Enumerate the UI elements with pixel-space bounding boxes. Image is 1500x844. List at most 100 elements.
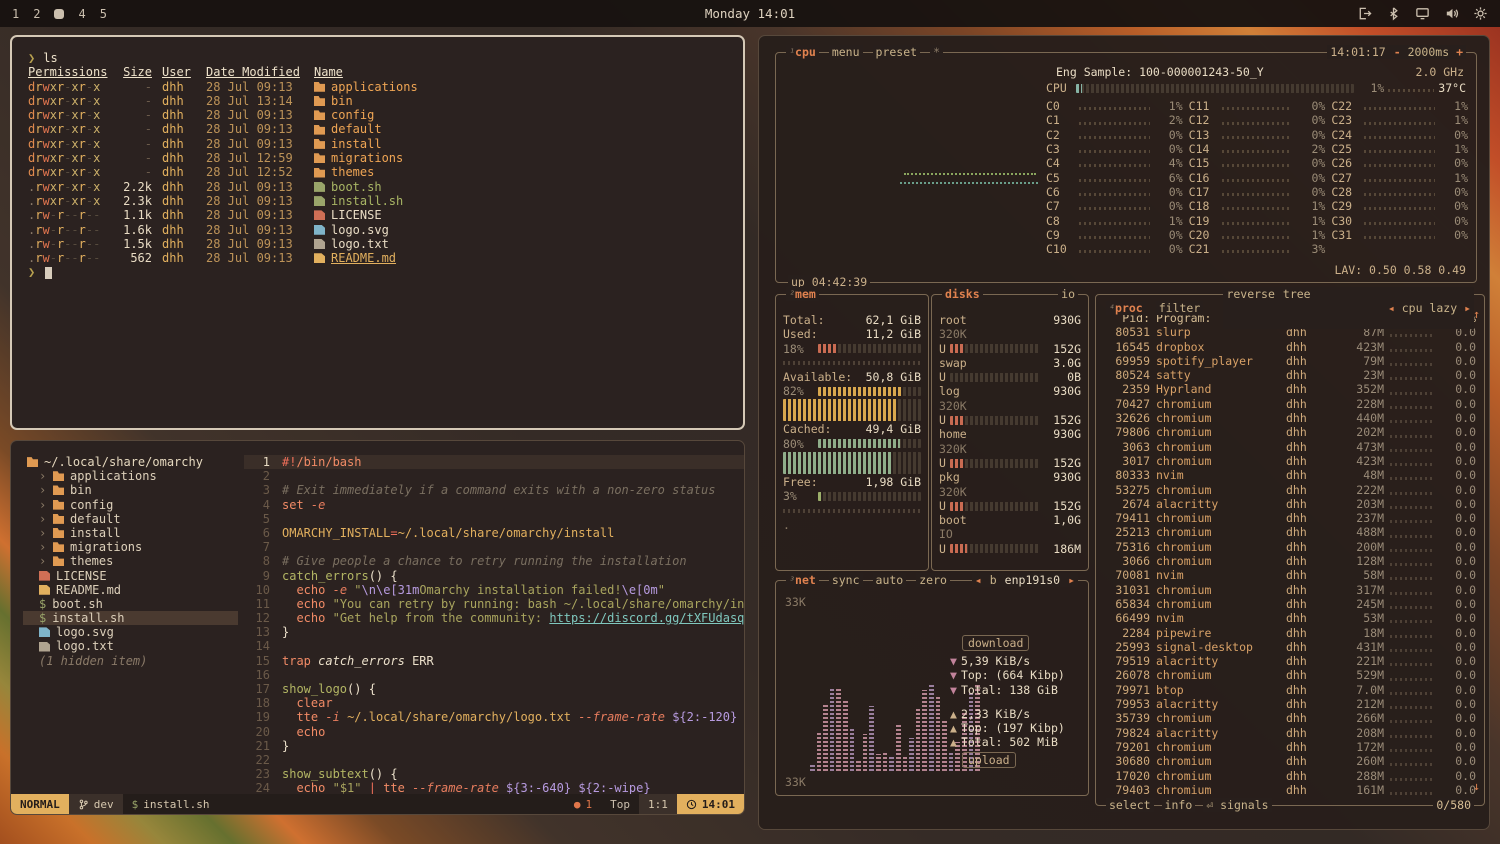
info-button[interactable]: info [1162, 798, 1196, 812]
code-line[interactable]: 18 clear [244, 696, 744, 710]
tree-item-LICENSE[interactable]: LICENSE [23, 569, 244, 583]
code-line[interactable]: 23show_subtext() { [244, 767, 744, 781]
code-line[interactable]: 21} [244, 739, 744, 753]
menu-button[interactable]: menu [829, 45, 863, 59]
process-row[interactable]: 65834chromiumdhh245M0.0 [1104, 597, 1476, 611]
filter-button[interactable]: filter [1156, 301, 1204, 315]
code-line[interactable]: 12 echo "Get help from the community: ht… [244, 611, 744, 625]
scroll-up-icon[interactable]: ↑ [1473, 307, 1480, 321]
tree-item-logo.txt[interactable]: logo.txt [23, 639, 244, 653]
cpu-panel-title[interactable]: ¹cpu [786, 45, 819, 59]
net-interface-selector[interactable]: ◂b enp191s0 ▸ [972, 573, 1078, 587]
tree-item-logo.svg[interactable]: logo.svg [23, 625, 244, 639]
process-row[interactable]: 79806chromiumdhh202M0.0 [1104, 425, 1476, 439]
tree-item-default[interactable]: ›default [23, 512, 244, 526]
bluetooth-icon[interactable] [1386, 6, 1401, 21]
core-name: C24 [1331, 128, 1359, 142]
code-line[interactable]: 8# Give people a chance to retry running… [244, 554, 744, 568]
process-row[interactable]: 66499nvimdhh53M0.0 [1104, 611, 1476, 625]
process-row[interactable]: 2359Hyprlanddhh352M0.0 [1104, 382, 1476, 396]
code-line[interactable]: 10 echo -e "\n\e[31mOmarchy installation… [244, 583, 744, 597]
process-row[interactable]: 3066chromiumdhh128M0.0 [1104, 554, 1476, 568]
process-row[interactable]: 2674alacrittydhh203M0.0 [1104, 497, 1476, 511]
process-row[interactable]: 75316chromiumdhh200M0.0 [1104, 540, 1476, 554]
code-line[interactable]: 20 echo [244, 725, 744, 739]
tree-item-bin[interactable]: ›bin [23, 483, 244, 497]
volume-icon[interactable] [1444, 6, 1459, 21]
tree-item-themes[interactable]: ›themes [23, 554, 244, 568]
code-line[interactable]: 2 [244, 469, 744, 483]
net-auto-button[interactable]: auto [873, 573, 907, 587]
process-row[interactable]: 80333nvimdhh48M0.0 [1104, 468, 1476, 482]
process-row[interactable]: 26078chromiumdhh529M0.0 [1104, 668, 1476, 682]
process-row[interactable]: 79824alacrittydhh208M0.0 [1104, 726, 1476, 740]
editor-panel[interactable]: 1#!/bin/bash23# Exit immediately if a co… [244, 441, 744, 794]
process-row[interactable]: 79953alacrittydhh212M0.0 [1104, 697, 1476, 711]
process-row[interactable]: 80524sattydhh23M0.0 [1104, 368, 1476, 382]
code-line[interactable]: 4set -e [244, 498, 744, 512]
process-row[interactable]: 32626chromiumdhh440M0.0 [1104, 411, 1476, 425]
tree-item-install.sh[interactable]: $install.sh [23, 611, 238, 625]
process-row[interactable]: 79411chromiumdhh237M0.0 [1104, 511, 1476, 525]
code-line[interactable]: 7 [244, 540, 744, 554]
process-row[interactable]: 79201chromiumdhh172M0.0 [1104, 740, 1476, 754]
code-line[interactable]: 3# Exit immediately if a command exits w… [244, 483, 744, 497]
core-percent: 0% [1297, 156, 1325, 170]
code-line[interactable]: 1#!/bin/bash [244, 455, 744, 469]
scroll-down-icon[interactable]: ↓ [1473, 779, 1480, 793]
code-line[interactable]: 16 [244, 668, 744, 682]
process-row[interactable]: 35739chromiumdhh266M0.0 [1104, 711, 1476, 725]
code-line[interactable]: 6OMARCHY_INSTALL=~/.local/share/omarchy/… [244, 526, 744, 540]
process-row[interactable]: 30680chromiumdhh260M0.0 [1104, 754, 1476, 768]
tree-root-item[interactable]: ~/.local/share/omarchy [23, 455, 244, 469]
code-line[interactable]: 17show_logo() { [244, 682, 744, 696]
process-row[interactable]: 16545dropboxdhh423M0.0 [1104, 340, 1476, 354]
process-row[interactable]: 25993signal-desktopdhh431M0.0 [1104, 640, 1476, 654]
preset-button[interactable]: preset [873, 45, 921, 59]
process-row[interactable]: 70427chromiumdhh228M0.0 [1104, 397, 1476, 411]
tree-item-README.md[interactable]: README.md [23, 583, 244, 597]
net-zero-button[interactable]: zero [916, 573, 950, 587]
process-row[interactable]: 79971btopdhh7.0M0.0 [1104, 683, 1476, 697]
tree-item-boot.sh[interactable]: $boot.sh [23, 597, 244, 611]
process-row[interactable]: 69959spotify_playerdhh79M0.0 [1104, 354, 1476, 368]
code-line[interactable]: 22 [244, 753, 744, 767]
process-user: dhh [1286, 711, 1328, 725]
code-line[interactable]: 24 echo "$1" | tte --frame-rate ${3:-640… [244, 781, 744, 794]
reverse-button[interactable]: reverse [1226, 287, 1274, 329]
net-panel-title[interactable]: ³net [786, 573, 819, 587]
tree-item-applications[interactable]: ›applications [23, 469, 244, 483]
process-row[interactable]: 31031chromiumdhh317M0.0 [1104, 583, 1476, 597]
code-line[interactable]: 14 [244, 639, 744, 653]
code-line[interactable]: 5 [244, 512, 744, 526]
code-line[interactable]: 9catch_errors() { [244, 569, 744, 583]
process-row[interactable]: 17020chromiumdhh288M0.0 [1104, 769, 1476, 783]
process-row[interactable]: 2284pipewiredhh18M0.0 [1104, 626, 1476, 640]
process-row[interactable]: 3017chromiumdhh423M0.0 [1104, 454, 1476, 468]
tree-item-config[interactable]: ›config [23, 498, 244, 512]
process-row[interactable]: 79403chromiumdhh161M0.0 [1104, 783, 1476, 797]
sort-column-selector[interactable]: ◂ cpu lazy ▸ [1319, 287, 1471, 329]
process-row[interactable]: 79519alacrittydhh221M0.0 [1104, 654, 1476, 668]
code-line[interactable]: 19 tte -i ~/.local/share/omarchy/logo.tx… [244, 710, 744, 724]
select-button[interactable]: select [1106, 798, 1154, 812]
logout-icon[interactable] [1357, 6, 1372, 21]
process-row[interactable]: 70081nvimdhh58M0.0 [1104, 568, 1476, 582]
file-date: 28 Jul 09:13 [206, 194, 304, 208]
process-row[interactable]: 3063chromiumdhh473M0.0 [1104, 440, 1476, 454]
net-sync-button[interactable]: sync [829, 573, 863, 587]
tree-button[interactable]: tree [1283, 287, 1311, 329]
shell-prompt-line[interactable]: ❯ [28, 265, 727, 279]
settings-gear-icon[interactable] [1473, 6, 1488, 21]
tree-item-install[interactable]: ›install [23, 526, 244, 540]
refresh-interval-control[interactable]: - 2000ms + [1394, 45, 1463, 59]
proc-panel-title[interactable]: ⁴proc [1106, 301, 1146, 315]
code-line[interactable]: 13} [244, 625, 744, 639]
code-line[interactable]: 15trap catch_errors ERR [244, 654, 744, 668]
process-row[interactable]: 53275chromiumdhh222M0.0 [1104, 483, 1476, 497]
code-line[interactable]: 11 echo "You can retry by running: bash … [244, 597, 744, 611]
display-icon[interactable] [1415, 6, 1430, 21]
signals-button[interactable]: ⏎ signals [1203, 798, 1271, 812]
process-row[interactable]: 25213chromiumdhh488M0.0 [1104, 525, 1476, 539]
tree-item-migrations[interactable]: ›migrations [23, 540, 244, 554]
